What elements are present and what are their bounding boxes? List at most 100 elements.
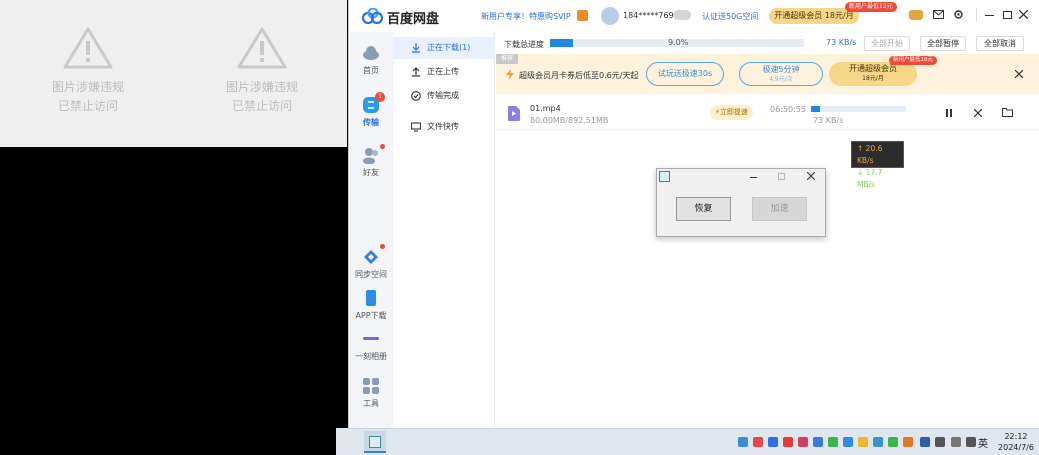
warning-icon: [237, 27, 287, 69]
vip-open-price: 18元/月: [862, 75, 884, 82]
sidebar-item-downloading[interactable]: 正在下载(1): [393, 37, 495, 59]
tray-icon[interactable]: [738, 437, 748, 447]
speed-5min-title: 极速5分钟: [762, 65, 800, 74]
tray-icon[interactable]: [783, 437, 793, 447]
tray-icon[interactable]: [813, 437, 823, 447]
settings-gear-icon[interactable]: [953, 9, 964, 20]
monitor-tray-icon[interactable]: [951, 437, 961, 447]
taskbar: 英 22:12 2024/7/6: [348, 428, 1039, 455]
ime-indicator[interactable]: 英: [978, 435, 988, 450]
divider: [976, 8, 977, 22]
speed-5min-button[interactable]: 极速5分钟 4.9元/次: [739, 62, 823, 86]
check-circle-icon: [411, 91, 421, 101]
clock[interactable]: 22:12 2024/7/6: [994, 431, 1038, 453]
nav-item-label: 同步空间: [355, 270, 387, 279]
sidebar-item-quick-transfer[interactable]: 文件快传: [393, 116, 495, 138]
nav-item-tools[interactable]: 工具: [349, 377, 393, 409]
time-remaining: 06:50:55: [770, 105, 806, 114]
close-icon[interactable]: [1019, 10, 1028, 19]
file-name: 01.mp4: [530, 104, 561, 113]
boost-now-label: 立即提速: [719, 108, 748, 116]
restore-button[interactable]: 恢复: [676, 197, 731, 221]
username[interactable]: 184*****769: [623, 11, 674, 20]
tools-grid-icon: [363, 378, 379, 394]
total-progress-label: 下载总进度: [504, 40, 544, 49]
tray-icon[interactable]: [798, 437, 808, 447]
download-speed: ↓ 17.7 MB/s: [857, 168, 883, 189]
download-row[interactable]: 01.mp4 80.00MB/892.51MB ⚡立即提速 06:50:55 7…: [496, 96, 1039, 130]
transfer-sidebar: 正在下载(1) 正在上传 传输完成 文件快传: [393, 32, 495, 428]
volume-icon[interactable]: [966, 437, 976, 447]
close-banner-icon[interactable]: [1015, 70, 1023, 78]
nav-item-friends[interactable]: 好友: [349, 144, 393, 178]
verify-space-link[interactable]: 认证送50G空间: [702, 11, 758, 22]
sidebar-item-uploading[interactable]: 正在上传: [393, 61, 495, 83]
promo-banner: 推荐 超级会员月卡券后低至0.6元/天起 试玩送极速30s 极速5分钟 4.9元…: [496, 54, 1039, 94]
vip-price-badge: 新用户最低12元: [845, 2, 897, 12]
blocked-text-line1: 图片涉嫌违规: [51, 80, 124, 94]
start-all-button[interactable]: 全部开始: [864, 36, 910, 51]
open-folder-icon[interactable]: [1002, 108, 1013, 117]
nav-item-label: 传输: [363, 118, 379, 127]
speed-tooltip: ↑ 20.6 KB/s ↓ 17.7 MB/s: [851, 141, 904, 189]
tray-icon[interactable]: [753, 437, 763, 447]
nav-item-app-download[interactable]: APP下载: [349, 289, 393, 321]
dialog-app-icon: [659, 171, 670, 182]
wechat-tray-icon[interactable]: [828, 437, 838, 447]
sidebar-item-completed[interactable]: 传输完成: [393, 85, 495, 107]
vip-open-button[interactable]: 开通超级会员 18元/月: [829, 62, 917, 86]
dialog-close-icon[interactable]: [807, 172, 815, 180]
tray-icon[interactable]: [768, 437, 778, 447]
blocked-text-line1: 图片涉嫌违规: [225, 80, 298, 94]
mail-icon[interactable]: [933, 10, 944, 19]
file-speed: 73 KB/s: [813, 116, 844, 125]
svip-promo-link[interactable]: 新用户专享！特惠购SVIP: [481, 11, 571, 22]
gift-icon[interactable]: [577, 10, 588, 21]
tray-icon[interactable]: [843, 437, 853, 447]
blocked-image-2: 图片涉嫌违规 已禁止访问: [202, 26, 322, 116]
avatar[interactable]: [601, 7, 619, 25]
total-progress-fill: [550, 39, 573, 47]
minimize-icon[interactable]: [985, 15, 994, 16]
cancel-download-icon[interactable]: [974, 109, 982, 117]
network-icon[interactable]: [935, 437, 945, 447]
tray-icon[interactable]: [888, 437, 898, 447]
nav-item-label: 首页: [363, 66, 379, 75]
taskbar-app-button[interactable]: [364, 431, 386, 453]
blocked-text-line2: 已禁止访问: [231, 99, 292, 113]
clock-time: 22:12: [1004, 432, 1028, 441]
tray-icon[interactable]: [873, 437, 883, 447]
upload-speed: ↑ 20.6 KB/s: [857, 144, 883, 165]
vip-new-user-badge: 新用户最低18元: [889, 56, 937, 65]
nav-item-yike-album[interactable]: 一刻相册: [349, 330, 393, 362]
boost-now-button[interactable]: ⚡立即提速: [710, 105, 753, 120]
tray-icon[interactable]: [858, 437, 868, 447]
blocked-text-line2: 已禁止访问: [57, 99, 118, 113]
trial-speedup-button[interactable]: 试玩送极速30s: [646, 62, 724, 86]
accelerator-app-icon: [369, 436, 381, 448]
app-name: 百度网盘: [387, 12, 440, 27]
album-icon: [363, 337, 379, 340]
pause-all-button[interactable]: 全部暂停: [920, 36, 966, 51]
cancel-all-button[interactable]: 全部取消: [976, 36, 1024, 51]
speedup-button[interactable]: 加速: [752, 197, 807, 221]
dialog-minimize-icon[interactable]: [750, 177, 757, 178]
nav-item-home[interactable]: 首页: [349, 44, 393, 76]
sidebar-item-label: 正在下载(1): [427, 43, 471, 52]
main-nav: 首页 传输 1 好友 同步空间 APP下载 一刻相册 工具: [349, 32, 393, 428]
accelerator-dialog: 恢复 加速: [656, 168, 826, 237]
tray-icon[interactable]: [903, 437, 913, 447]
nav-item-transfer[interactable]: 传输 1: [349, 92, 393, 128]
promo-text: 超级会员月卡券后低至0.6元/天起: [519, 71, 639, 80]
phone-icon: [366, 290, 376, 306]
file-progress-bar: [811, 106, 906, 112]
tray-icon[interactable]: [920, 437, 930, 447]
maximize-icon[interactable]: [1003, 11, 1012, 19]
notification-dot: [380, 144, 385, 149]
pause-icon[interactable]: [946, 109, 952, 117]
nav-item-sync-space[interactable]: 同步空间: [349, 244, 393, 280]
video-file-icon: [508, 106, 520, 121]
monitor-icon: [411, 122, 421, 132]
vip-level-icon[interactable]: [673, 10, 691, 20]
game-controller-icon[interactable]: [909, 10, 923, 20]
